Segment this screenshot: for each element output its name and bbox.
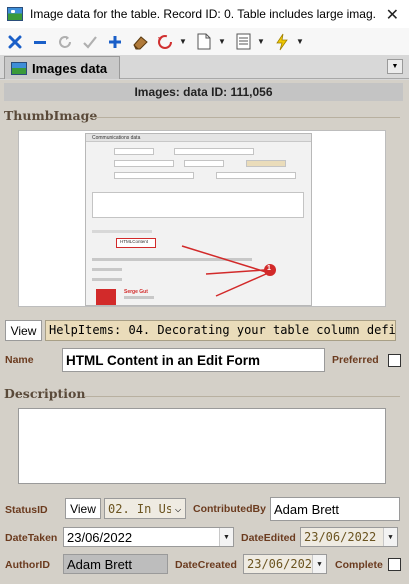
tab-strip: Images data ▼ (0, 55, 409, 79)
complete-checkbox[interactable] (388, 558, 401, 571)
contributedby-field[interactable]: Adam Brett (270, 497, 400, 521)
title-bar: Image data for the table. Record ID: 0. … (0, 0, 409, 28)
window-title: Image data for the table. Record ID: 0. … (30, 7, 376, 21)
app-image-icon (7, 7, 23, 21)
dateedited-value: 23/06/2022 1 (304, 530, 391, 544)
actions-dropdown-icon[interactable]: ▼ (296, 37, 304, 46)
datecreated-field[interactable]: 23/06/2022 ▼ (243, 554, 327, 574)
name-label: Name (5, 354, 34, 366)
thumbimage-section-label: ThumbImage (4, 108, 98, 123)
helpitems-field[interactable]: HelpItems: 04. Decorating your table col… (45, 320, 396, 341)
report-dropdown-icon[interactable]: ▼ (257, 37, 265, 46)
toolbar: ▼ ▼ ▼ ▼ (0, 28, 409, 55)
authorid-field[interactable]: Adam Brett (63, 554, 168, 574)
status-select[interactable]: 02. In Use , ⌵ (104, 498, 186, 519)
tab-menu-chevron-down-icon[interactable]: ▼ (387, 59, 403, 74)
status-view-button[interactable]: View (65, 498, 101, 519)
dateedited-label: DateEdited (241, 532, 296, 544)
refresh-icon[interactable] (54, 31, 76, 53)
chevron-down-icon[interactable]: ▼ (312, 555, 326, 573)
undo-dropdown-icon[interactable]: ▼ (179, 37, 187, 46)
statusid-label: StatusID (5, 504, 48, 516)
actions-lightning-icon[interactable] (271, 31, 293, 53)
close-window-button[interactable]: ✕ (386, 5, 399, 25)
new-document-icon[interactable] (193, 31, 215, 53)
section-divider (88, 117, 400, 118)
tab-images-data[interactable]: Images data (4, 56, 120, 79)
form-content: Images: data ID: 111,056 ThumbImage Comm… (0, 80, 409, 584)
image-icon (11, 61, 27, 75)
record-header: Images: data ID: 111,056 (4, 83, 403, 101)
datecreated-value: 23/06/2022 (247, 557, 320, 571)
name-field[interactable]: HTML Content in an Edit Form (62, 348, 325, 372)
preferred-checkbox[interactable] (388, 354, 401, 367)
report-icon[interactable] (232, 31, 254, 53)
eraser-icon[interactable] (129, 31, 151, 53)
annotation-arrows (181, 245, 276, 297)
description-label: Description (4, 386, 86, 401)
thumbnail-image[interactable]: Communications data HTMLContent Serge Gu… (18, 130, 386, 307)
datetaken-value: 23/06/2022 (67, 529, 133, 545)
screenshot-preview: Communications data HTMLContent Serge Gu… (85, 133, 312, 306)
section-divider (84, 396, 400, 397)
preferred-label: Preferred (332, 354, 379, 366)
tab-label: Images data (32, 60, 108, 76)
complete-label: Complete (335, 559, 383, 571)
authorid-label: AuthorID (5, 559, 50, 571)
datetaken-label: DateTaken (5, 532, 58, 544)
save-check-icon[interactable] (79, 31, 101, 53)
helpitems-view-button[interactable]: View (5, 320, 42, 341)
datecreated-label: DateCreated (175, 559, 237, 571)
dateedited-field[interactable]: 23/06/2022 1 ▼ (300, 527, 398, 547)
close-record-icon[interactable] (4, 31, 26, 53)
new-document-dropdown-icon[interactable]: ▼ (218, 37, 226, 46)
delete-icon[interactable] (29, 31, 51, 53)
chevron-down-icon: ⌵ (171, 499, 185, 518)
contributedby-label: ContributedBy (193, 503, 266, 515)
annotation-number: 1 (267, 265, 271, 272)
description-field[interactable] (18, 408, 386, 484)
chevron-down-icon[interactable]: ▼ (219, 528, 233, 546)
datetaken-field[interactable]: 23/06/2022 ▼ (63, 527, 234, 547)
add-icon[interactable] (104, 31, 126, 53)
undo-icon[interactable] (154, 31, 176, 53)
chevron-down-icon[interactable]: ▼ (383, 528, 397, 546)
